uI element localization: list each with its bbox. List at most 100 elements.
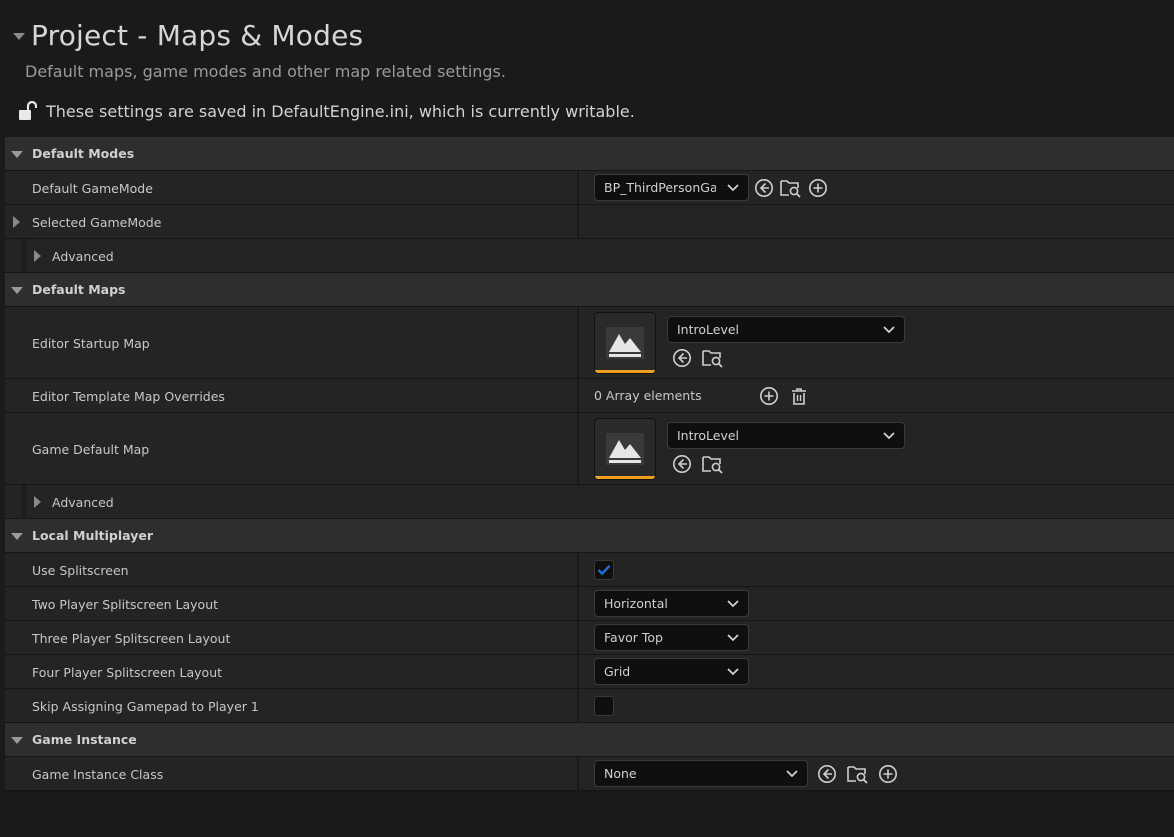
add-element-button[interactable] [758, 385, 780, 407]
dropdown-value: IntroLevel [677, 322, 740, 337]
expand-caret-icon[interactable] [11, 533, 23, 540]
category-game-instance[interactable]: Game Instance [5, 723, 1174, 757]
row-game-instance-class: Game Instance Class None [5, 757, 1174, 791]
chevron-down-icon [883, 326, 895, 334]
use-selected-button[interactable] [671, 347, 693, 369]
column-divider[interactable] [577, 171, 579, 204]
expand-right-icon[interactable] [34, 496, 41, 508]
indent-guide [22, 239, 26, 272]
use-selected-button[interactable] [671, 453, 693, 475]
browse-button[interactable] [702, 453, 724, 475]
three-player-layout-dropdown[interactable]: Favor Top [594, 624, 749, 651]
dropdown-value: Grid [604, 664, 631, 679]
column-divider[interactable] [577, 757, 579, 790]
column-divider[interactable] [577, 379, 579, 412]
property-name: Game Default Map [32, 442, 150, 457]
chevron-down-icon [727, 668, 739, 676]
chevron-down-icon [727, 184, 739, 192]
chevron-down-icon [786, 770, 798, 778]
level-mountain-icon [606, 326, 644, 359]
column-divider[interactable] [577, 621, 579, 654]
gamemode-dropdown[interactable]: BP_ThirdPersonGameMode [594, 174, 749, 201]
row-advanced-modes[interactable]: Advanced [5, 239, 1174, 273]
column-divider[interactable] [577, 689, 579, 722]
property-name: Editor Template Map Overrides [32, 389, 225, 404]
empty-array-button[interactable] [788, 385, 810, 407]
chevron-down-icon [727, 600, 739, 608]
property-value: BP_ThirdPersonGameMode [594, 171, 829, 204]
expand-right-icon[interactable] [34, 250, 41, 262]
expand-caret-icon[interactable] [11, 287, 23, 294]
four-player-layout-dropdown[interactable]: Grid [594, 658, 749, 685]
asset-thumbnail[interactable] [594, 311, 656, 374]
row-advanced-maps[interactable]: Advanced [5, 485, 1174, 519]
category-default-modes[interactable]: Default Modes [5, 137, 1174, 171]
editor-startup-map-dropdown[interactable]: IntroLevel [667, 316, 905, 343]
use-selected-button[interactable] [753, 177, 775, 199]
row-selected-gamemode[interactable]: Selected GameMode [5, 205, 1174, 239]
column-divider[interactable] [577, 205, 579, 238]
browse-button[interactable] [847, 763, 869, 785]
browse-button[interactable] [780, 177, 802, 199]
category-default-maps[interactable]: Default Maps [5, 273, 1174, 307]
property-name: Use Splitscreen [32, 563, 129, 578]
chevron-down-icon [883, 432, 895, 440]
row-four-player-layout: Four Player Splitscreen Layout Grid [5, 655, 1174, 689]
use-splitscreen-checkbox[interactable] [594, 559, 614, 580]
browse-button[interactable] [702, 347, 724, 369]
page-subtitle: Default maps, game modes and other map r… [25, 62, 506, 81]
collapse-caret-icon[interactable] [13, 33, 25, 40]
row-template-map-overrides: Editor Template Map Overrides 0 Array el… [5, 379, 1174, 413]
settings-panel: Project - Maps & Modes Default maps, gam… [5, 5, 1174, 837]
use-selected-button[interactable] [816, 763, 838, 785]
two-player-layout-dropdown[interactable]: Horizontal [594, 590, 749, 617]
create-new-button[interactable] [807, 177, 829, 199]
property-value: IntroLevel [594, 413, 905, 484]
row-editor-startup-map: Editor Startup Map IntroLevel [5, 307, 1174, 379]
dropdown-value: IntroLevel [677, 428, 740, 443]
dropdown-value: Horizontal [604, 596, 668, 611]
property-name: Default GameMode [32, 181, 153, 196]
column-divider[interactable] [577, 307, 579, 378]
checkmark-icon [597, 564, 611, 575]
property-value [594, 689, 614, 722]
arrow-left-circle-icon [755, 178, 773, 197]
folder-search-icon [780, 179, 801, 198]
skip-gamepad-checkbox[interactable] [594, 695, 614, 716]
expand-caret-icon[interactable] [11, 737, 23, 744]
title-row[interactable]: Project - Maps & Modes [13, 19, 363, 52]
property-value: Favor Top [594, 621, 749, 654]
row-two-player-layout: Two Player Splitscreen Layout Horizontal [5, 587, 1174, 621]
column-divider[interactable] [577, 413, 579, 484]
property-name: Editor Startup Map [32, 336, 150, 351]
trash-icon [791, 387, 806, 405]
create-new-button[interactable] [877, 763, 899, 785]
unlocked-icon [19, 100, 37, 120]
category-label: Default Modes [32, 146, 135, 161]
page-title: Project - Maps & Modes [31, 19, 364, 52]
property-value: IntroLevel [594, 307, 905, 378]
game-default-map-dropdown[interactable]: IntroLevel [667, 422, 905, 449]
category-local-multiplayer[interactable]: Local Multiplayer [5, 519, 1174, 553]
property-value: 0 Array elements [594, 379, 810, 412]
column-divider[interactable] [577, 553, 579, 586]
game-instance-class-dropdown[interactable]: None [594, 760, 808, 787]
asset-type-bar [595, 369, 655, 373]
row-game-default-map: Game Default Map IntroLevel [5, 413, 1174, 485]
plus-circle-icon [759, 386, 778, 405]
category-label: Local Multiplayer [32, 528, 153, 543]
column-divider[interactable] [577, 655, 579, 688]
row-use-splitscreen: Use Splitscreen [5, 553, 1174, 587]
asset-thumbnail[interactable] [594, 417, 656, 480]
indent-guide [22, 485, 26, 518]
property-value: Horizontal [594, 587, 749, 620]
settings-rows: Default Modes Default GameMode BP_ThirdP… [5, 137, 1174, 791]
settings-header: Project - Maps & Modes Default maps, gam… [5, 5, 1174, 135]
column-divider[interactable] [577, 587, 579, 620]
folder-search-icon [702, 350, 723, 368]
row-skip-gamepad: Skip Assigning Gamepad to Player 1 [5, 689, 1174, 723]
asset-buttons [667, 453, 905, 475]
save-notice-text: These settings are saved in DefaultEngin… [46, 101, 635, 121]
expand-right-icon[interactable] [13, 216, 20, 228]
expand-caret-icon[interactable] [11, 151, 23, 158]
